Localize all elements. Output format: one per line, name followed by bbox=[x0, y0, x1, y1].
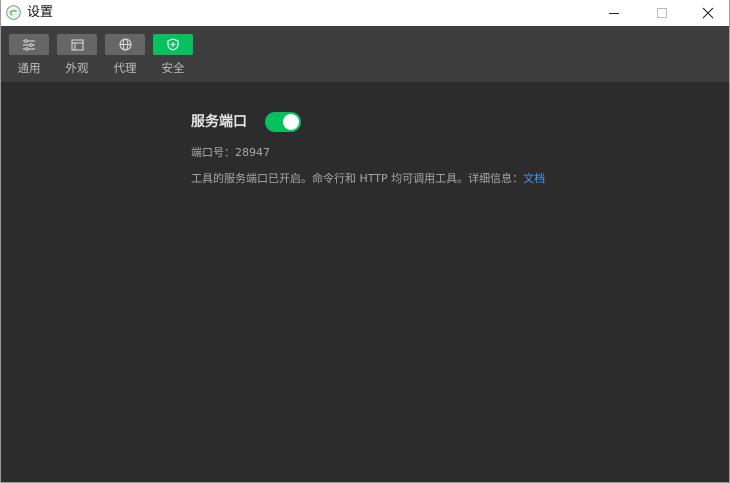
sliders-icon bbox=[23, 38, 35, 51]
maximize-button[interactable] bbox=[639, 0, 685, 26]
tab-general-label: 通用 bbox=[17, 61, 41, 75]
tab-security[interactable]: 安全 bbox=[153, 34, 193, 78]
toggle-knob bbox=[283, 114, 299, 130]
title-bar: 设置 bbox=[1, 0, 729, 26]
close-button[interactable] bbox=[685, 0, 730, 26]
tab-appearance-button[interactable] bbox=[57, 34, 97, 55]
tab-general[interactable]: 通用 bbox=[9, 34, 49, 78]
window-layout-icon bbox=[71, 39, 83, 50]
tab-appearance[interactable]: 外观 bbox=[57, 34, 97, 78]
port-number-text: 端口号：28947 bbox=[191, 146, 270, 159]
security-panel: 服务端口 端口号：28947 工具的服务端口已开启。命令行和 HTTP 均可调用… bbox=[191, 112, 545, 186]
minimize-button[interactable] bbox=[591, 0, 637, 26]
minimize-icon bbox=[609, 13, 619, 14]
tab-general-button[interactable] bbox=[9, 34, 49, 55]
tab-security-button[interactable] bbox=[153, 34, 193, 55]
service-port-description: 工具的服务端口已开启。命令行和 HTTP 均可调用工具。详细信息：文档 bbox=[191, 172, 545, 186]
description-text: 工具的服务端口已开启。命令行和 HTTP 均可调用工具。详细信息： bbox=[191, 172, 524, 185]
maximize-icon bbox=[657, 8, 667, 18]
close-icon bbox=[702, 7, 714, 19]
window-title: 设置 bbox=[27, 5, 54, 20]
tab-proxy-button[interactable] bbox=[105, 34, 145, 55]
service-port-row: 服务端口 bbox=[191, 112, 545, 132]
tab-security-label: 安全 bbox=[161, 61, 185, 75]
doc-link[interactable]: 文档 bbox=[523, 172, 545, 185]
settings-window: 设置 通用 外观 代理 安全 服务端口 端口号：28947 工具的服务端口已开启… bbox=[0, 0, 730, 483]
wechat-devtools-icon bbox=[6, 5, 21, 20]
settings-toolbar: 通用 外观 代理 安全 bbox=[1, 26, 729, 82]
service-port-toggle[interactable] bbox=[265, 112, 301, 132]
tab-appearance-label: 外观 bbox=[65, 61, 89, 75]
globe-icon bbox=[119, 38, 131, 51]
tab-proxy-label: 代理 bbox=[113, 61, 137, 75]
tab-proxy[interactable]: 代理 bbox=[105, 34, 145, 78]
shield-icon bbox=[167, 38, 179, 51]
service-port-title: 服务端口 bbox=[191, 114, 247, 130]
